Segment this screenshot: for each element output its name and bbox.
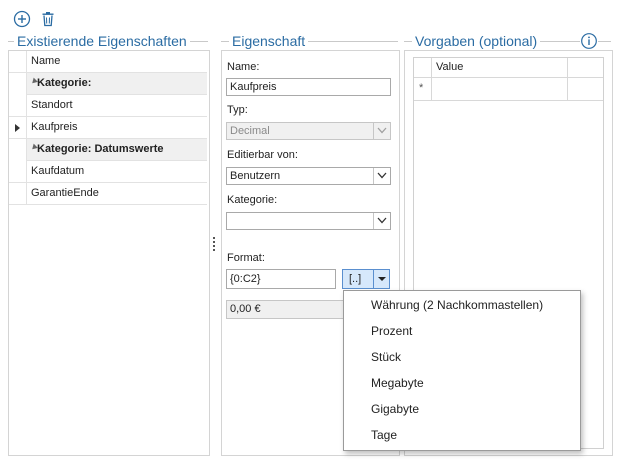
menu-item-pieces[interactable]: Stück <box>344 345 580 371</box>
category-row[interactable]: Kategorie: Datumswerte <box>9 139 207 161</box>
category-row[interactable]: Kategorie: <box>9 73 207 95</box>
chevron-down-icon[interactable] <box>373 213 390 229</box>
menu-item-megabyte[interactable]: Megabyte <box>344 371 580 397</box>
grid-header: Value <box>414 58 603 78</box>
editable-by-select[interactable]: Benutzern <box>226 167 391 185</box>
add-icon[interactable] <box>13 10 31 28</box>
right-group-title: Vorgaben (optional) <box>412 33 541 49</box>
menu-item-percent[interactable]: Prozent <box>344 319 580 345</box>
format-presets-button[interactable]: [..] <box>342 269 374 289</box>
table-row[interactable]: GarantieEnde <box>9 183 207 205</box>
table-row[interactable]: Kaufdatum <box>9 161 207 183</box>
type-select[interactable]: Decimal <box>226 122 391 140</box>
chevron-down-icon[interactable] <box>373 168 390 184</box>
new-row-marker: * <box>419 82 424 94</box>
name-label: Name: <box>227 61 260 73</box>
middle-group-title: Eigenschaft <box>229 33 309 49</box>
row-pointer-icon <box>15 124 20 132</box>
type-label: Typ: <box>227 104 248 116</box>
chevron-down-icon <box>378 277 386 281</box>
table-row[interactable]: Standort <box>9 95 207 117</box>
format-input[interactable]: {0:C2} <box>226 269 336 289</box>
category-select[interactable] <box>226 212 391 230</box>
name-input[interactable]: Kaufpreis <box>226 78 391 96</box>
trash-icon[interactable] <box>39 10 57 28</box>
splitter-handle[interactable] <box>213 237 215 253</box>
grid-header: Name <box>9 51 207 73</box>
menu-item-currency[interactable]: Währung (2 Nachkommastellen) <box>344 293 580 319</box>
format-preview: 0,00 € <box>226 300 344 319</box>
format-presets-dropdown-button[interactable] <box>374 269 390 289</box>
column-header-name[interactable]: Name <box>31 51 60 72</box>
table-row-current[interactable]: Kaufpreis <box>9 117 207 139</box>
menu-item-gigabyte[interactable]: Gigabyte <box>344 397 580 423</box>
format-presets-menu: Währung (2 Nachkommastellen) Prozent Stü… <box>343 290 581 451</box>
menu-item-days[interactable]: Tage <box>344 423 580 449</box>
left-group-title: Existierende Eigenschaften <box>14 33 190 49</box>
column-header-value[interactable]: Value <box>436 61 463 73</box>
info-icon[interactable] <box>580 32 598 50</box>
format-label: Format: <box>227 252 265 264</box>
new-row-value-cell[interactable] <box>432 79 567 100</box>
editable-label: Editierbar von: <box>227 149 298 161</box>
existing-properties-grid[interactable]: Name Kategorie: Standort Kaufpreis Kateg… <box>8 50 210 456</box>
category-label: Kategorie: <box>227 194 278 206</box>
chevron-down-icon <box>373 123 390 139</box>
